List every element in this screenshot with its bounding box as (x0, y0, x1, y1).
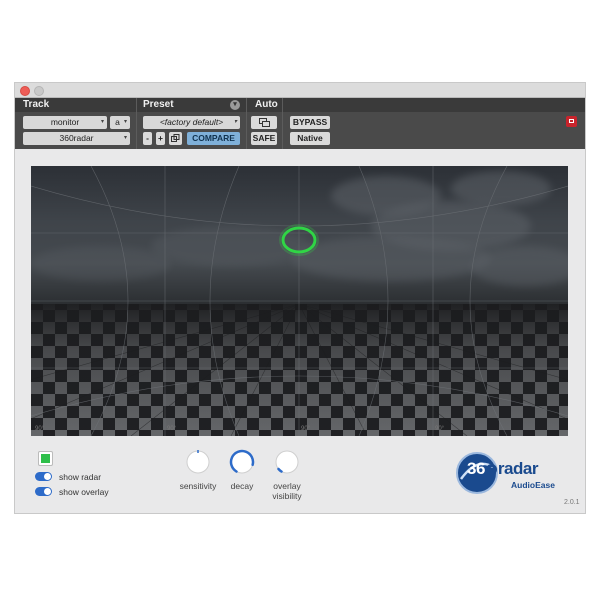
auto-label: Auto (255, 99, 278, 110)
overlay-visibility-knob[interactable] (274, 449, 300, 475)
plugin-window: Track Preset ▾ Auto monitor ▾ a ▾ 360rad… (15, 83, 585, 513)
preset-dropdown[interactable]: <factory default> ▾ (143, 116, 240, 129)
grid-label: 90° (167, 426, 177, 432)
logo-prefix: 36 (467, 459, 485, 478)
product-logo: 36 radar AudioEase (455, 449, 575, 499)
grid-label: 90° (35, 426, 45, 432)
channel-dropdown[interactable]: a ▾ (110, 116, 130, 129)
chevron-down-icon: ▾ (100, 119, 104, 125)
show-overlay-toggle[interactable] (35, 487, 52, 496)
host-header: Track Preset ▾ Auto (15, 98, 585, 112)
bypass-button[interactable]: BYPASS (290, 116, 330, 129)
chevron-down-icon: ▾ (123, 119, 127, 125)
compare-button[interactable]: COMPARE (187, 132, 240, 145)
sensitivity-knob[interactable] (185, 449, 211, 475)
radar-viewport[interactable]: 90° 90° 90° 90° (31, 166, 568, 436)
version-label: 2.0.1 (564, 499, 580, 506)
close-window-button[interactable] (20, 86, 30, 96)
host-controls: monitor ▾ a ▾ 360radar ▾ <factory defaul… (15, 112, 585, 149)
preset-menu-icon[interactable]: ▾ (230, 100, 240, 110)
preset-next-button[interactable]: + (156, 132, 165, 145)
show-radar-toggle[interactable] (35, 472, 52, 481)
plugin-dropdown[interactable]: 360radar ▾ (23, 132, 130, 145)
preset-value: <factory default> (159, 117, 224, 127)
radar-enable-checkbox[interactable] (38, 451, 53, 466)
safe-button[interactable]: SAFE (251, 132, 277, 145)
show-overlay-label: show overlay (59, 487, 109, 497)
preset-copy-button[interactable] (169, 132, 182, 145)
floor-and-grid (31, 166, 568, 436)
grid-label: 90° (435, 426, 445, 432)
title-bar (15, 83, 585, 98)
monitor-value: monitor (50, 117, 80, 127)
preset-prev-button[interactable]: - (143, 132, 152, 145)
logo-zero-icon (485, 464, 497, 475)
automation-button[interactable] (251, 116, 277, 129)
copy-icon (171, 134, 180, 142)
chevron-down-icon: ▾ (233, 119, 237, 125)
chevron-down-icon: ▾ (123, 135, 127, 141)
decay-knob[interactable] (229, 449, 255, 475)
plugin-value: 360radar (59, 133, 94, 143)
plugin-controls: show radar show overlay sensitivity deca… (15, 443, 585, 513)
native-button[interactable]: Native (290, 132, 330, 145)
automation-icon (258, 118, 270, 127)
show-radar-label: show radar (59, 472, 102, 482)
overlay-visibility-label: overlay visibility (272, 481, 302, 501)
channel-value: a (115, 117, 120, 127)
track-label: Track (23, 99, 50, 110)
grid-label: 90° (301, 426, 311, 432)
preset-label: Preset (143, 99, 174, 110)
logo-suffix: radar (497, 459, 539, 478)
monitor-dropdown[interactable]: monitor ▾ (23, 116, 107, 129)
minimize-window-button[interactable] (34, 86, 44, 96)
logo-company: AudioEase (511, 480, 555, 490)
plugin-window-button[interactable] (566, 116, 577, 127)
